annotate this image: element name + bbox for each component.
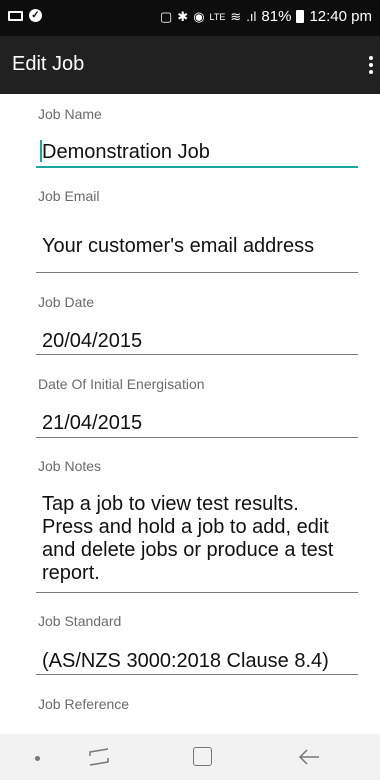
edit-job-form: Job Name Demonstration Job Job Email You… [0,94,380,734]
status-bar: ✓ ▢ ✱ ◉ LTE ≋ .ıl 81% 12:40 pm [0,0,380,36]
recent-apps-icon[interactable] [86,747,112,767]
check-circle-icon: ✓ [29,9,42,22]
nav-dot-icon [35,756,40,761]
status-right: ▢ ✱ ◉ LTE ≋ .ıl 81% 12:40 pm [160,8,372,25]
status-left: ✓ [8,9,42,22]
menu-dot [369,70,373,74]
initial-energisation-input[interactable]: 21/04/2015 [42,411,142,435]
home-icon[interactable] [193,747,212,766]
job-name-label: Job Name [38,106,102,122]
navigation-bar [0,734,380,780]
signal-icon: .ıl [246,8,257,24]
mail-icon [8,10,23,21]
page-title: Edit Job [12,53,85,75]
back-icon[interactable] [297,746,321,768]
job-notes-line-2[interactable]: Press and hold a job to add, edit [42,515,329,539]
job-date-underline [36,354,358,355]
bluetooth-icon: ✱ [177,8,189,24]
battery-icon [296,10,305,23]
job-date-label: Job Date [38,294,95,310]
overflow-menu-icon[interactable] [362,52,380,78]
job-standard-label: Job Standard [38,613,122,629]
job-notes-underline [36,592,358,593]
clock: 12:40 pm [309,8,372,25]
network-type-label: LTE [209,11,226,22]
menu-dot [369,63,373,67]
job-name-input[interactable]: Demonstration Job [42,140,210,164]
job-notes-line-3[interactable]: and delete jobs or produce a test [42,538,333,562]
job-email-label: Job Email [38,188,100,204]
job-standard-input[interactable]: (AS/NZS 3000:2018 Clause 8.4) [42,649,329,673]
job-date-input[interactable]: 20/04/2015 [42,329,142,353]
job-email-underline [36,272,358,273]
battery-percent: 81% [261,8,292,25]
initial-energisation-underline [36,437,358,438]
menu-dot [369,56,373,60]
app-bar: Edit Job [0,36,380,94]
job-standard-underline [36,674,358,675]
initial-energisation-label: Date Of Initial Energisation [38,376,205,392]
job-notes-line-4[interactable]: report. [42,561,100,585]
job-reference-label: Job Reference [38,696,130,712]
screen: ✓ ▢ ✱ ◉ LTE ≋ .ıl 81% 12:40 pm Edit Job … [0,0,380,780]
wifi-icon: ≋ [230,8,242,24]
job-email-input[interactable]: Your customer's email address [42,234,314,258]
job-notes-label: Job Notes [38,458,102,474]
lock-icon: ▢ [160,8,173,24]
job-name-underline [36,166,358,168]
alarm-icon: ◉ [193,8,205,24]
job-notes-line-1[interactable]: Tap a job to view test results. [42,492,299,516]
